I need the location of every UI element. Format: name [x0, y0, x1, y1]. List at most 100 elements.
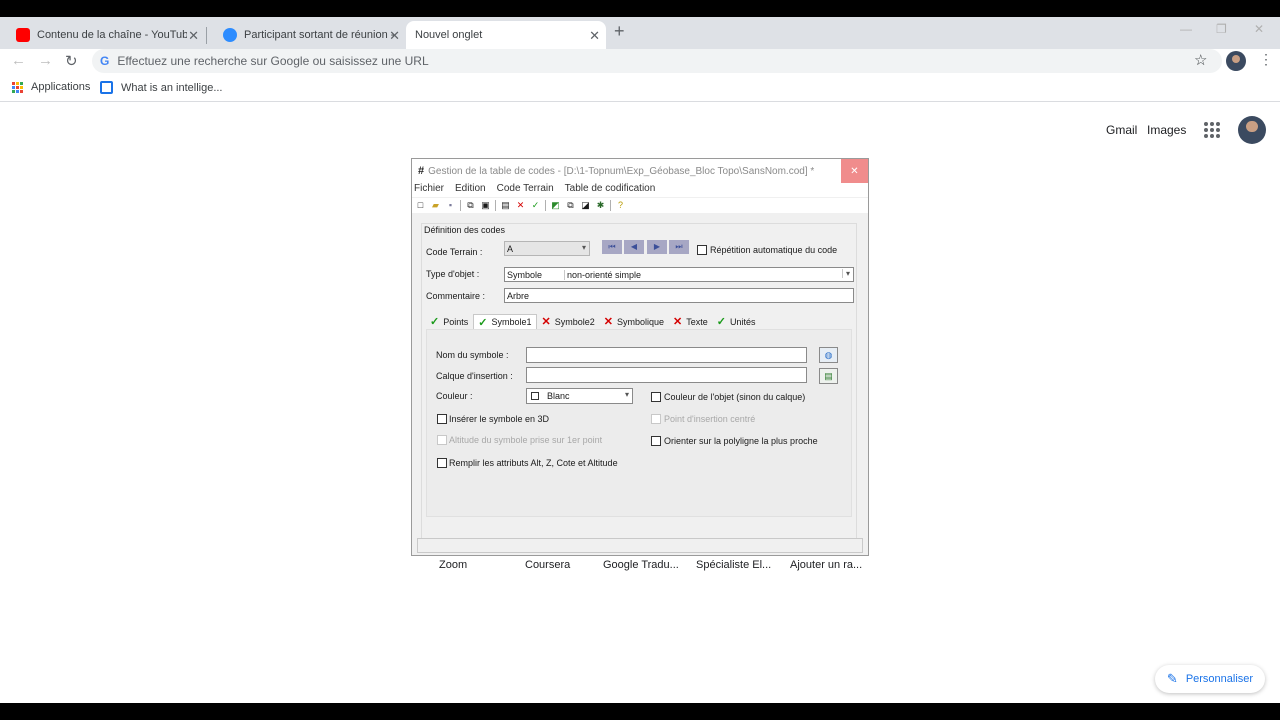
couleur-select[interactable]: Blanc ▾: [526, 388, 633, 404]
type-objet-select[interactable]: Symbole non-orienté simple ▾: [504, 267, 854, 282]
dialog-title: Gestion de la table de codes - [D:\1-Top…: [428, 165, 815, 177]
import-icon[interactable]: ◩: [548, 199, 563, 212]
shortcut-google-traduction[interactable]: Google Tradu...: [603, 559, 679, 571]
inserer-3d-checkbox[interactable]: [437, 414, 447, 424]
altitude-checkbox: [437, 435, 447, 445]
restore-icon[interactable]: ❐: [1216, 22, 1227, 36]
code-terrain-value: A: [507, 243, 514, 254]
dialog-titlebar: # Gestion de la table de codes - [D:\1-T…: [412, 159, 868, 183]
export-icon[interactable]: ◪: [578, 199, 593, 212]
type-objet-value1: Symbole: [507, 269, 565, 280]
minimize-icon[interactable]: —: [1180, 22, 1192, 36]
duplicate-icon[interactable]: ⧉: [563, 199, 578, 212]
remplir-label: Remplir les attributs Alt, Z, Cote et Al…: [449, 458, 618, 468]
tab-strip: Contenu de la chaîne - YouTube ✕ Partici…: [0, 17, 1280, 49]
menu-code-terrain[interactable]: Code Terrain: [497, 183, 554, 197]
tab-symbolique[interactable]: ✕ Symbolique: [600, 314, 669, 329]
bookmark-label: What is an intellige...: [121, 81, 223, 94]
bookmark-applications[interactable]: Applications: [12, 81, 90, 93]
point-insertion-checkbox: [651, 414, 661, 424]
shortcut-specialiste[interactable]: Spécialiste El...: [696, 559, 771, 571]
check-icon: ✓: [716, 316, 726, 328]
reload-icon[interactable]: ↻: [65, 52, 78, 70]
dialog-tabs: ✓ Points ✓ Symbole1 ✕ Symbole2 ✕ Symbolique …: [426, 314, 760, 329]
last-code-button[interactable]: ⏭: [669, 240, 689, 254]
new-tab-button[interactable]: +: [614, 21, 625, 42]
tab-points[interactable]: ✓ Points: [426, 314, 473, 329]
repetition-checkbox[interactable]: [697, 245, 707, 255]
paste-icon[interactable]: ▣: [478, 199, 493, 212]
save-icon[interactable]: ▪: [443, 199, 458, 212]
close-tab-icon[interactable]: ✕: [589, 28, 600, 44]
tab-label: Points: [443, 316, 469, 327]
close-tab-icon[interactable]: ✕: [389, 28, 400, 44]
nom-symbole-input[interactable]: [526, 347, 807, 363]
menu-icon[interactable]: ⋮: [1259, 51, 1273, 68]
settings-icon[interactable]: ✱: [593, 199, 608, 212]
toolbar-separator: [610, 200, 611, 211]
couleur-objet-checkbox[interactable]: [651, 392, 661, 402]
images-link[interactable]: Images: [1147, 123, 1186, 137]
shortcut-zoom[interactable]: Zoom: [439, 559, 467, 571]
previous-code-button[interactable]: ◀: [624, 240, 644, 254]
shortcut-add[interactable]: Ajouter un ra...: [790, 559, 862, 571]
open-folder-icon[interactable]: ▰: [428, 199, 443, 212]
shortcut-coursera[interactable]: Coursera: [525, 559, 570, 571]
calque-insertion-input[interactable]: [526, 367, 807, 383]
tab-title: Contenu de la chaîne - YouTube: [37, 29, 187, 41]
repetition-label: Répétition automatique du code: [710, 245, 838, 255]
add-code-icon[interactable]: ▤: [498, 199, 513, 212]
close-window-icon[interactable]: ✕: [1254, 22, 1264, 36]
address-bar[interactable]: G Effectuez une recherche sur Google ou …: [92, 49, 1222, 73]
tab-symbole1[interactable]: ✓ Symbole1: [473, 314, 538, 329]
commentaire-input[interactable]: Arbre: [504, 288, 854, 303]
forward-icon[interactable]: →: [38, 52, 53, 69]
menu-table-codification[interactable]: Table de codification: [565, 183, 656, 197]
code-terrain-select[interactable]: A ▾: [504, 241, 590, 256]
tab-new-tab[interactable]: Nouvel onglet ✕: [406, 21, 606, 49]
bookmark-what-is-an-intelligent[interactable]: What is an intellige...: [100, 81, 223, 94]
tab-label: Symbolique: [616, 316, 664, 327]
close-tab-icon[interactable]: ✕: [188, 28, 199, 44]
bookmark-star-icon[interactable]: ☆: [1194, 51, 1207, 69]
couleur-objet-label: Couleur de l'objet (sinon du calque): [664, 392, 806, 402]
remplir-checkbox[interactable]: [437, 458, 447, 468]
tab-title: Nouvel onglet: [415, 29, 483, 41]
google-apps-icon[interactable]: [1204, 122, 1220, 138]
delete-icon[interactable]: ✕: [513, 199, 528, 212]
new-file-icon[interactable]: □: [413, 199, 428, 212]
type-objet-value2: non-orienté simple: [567, 269, 642, 280]
profile-avatar[interactable]: [1226, 51, 1246, 71]
layer-picker-button[interactable]: ▤: [819, 368, 838, 384]
point-insertion-label: Point d'insertion centré: [664, 414, 756, 424]
tab-zoom[interactable]: Participant sortant de réunion - Z ✕: [207, 21, 406, 49]
next-code-button[interactable]: ▶: [647, 240, 667, 254]
validate-icon[interactable]: ✓: [528, 199, 543, 212]
personalize-label: Personnaliser: [1185, 673, 1254, 685]
menu-fichier[interactable]: Fichier: [414, 183, 444, 197]
apps-grid-icon: [12, 81, 23, 93]
copy-icon[interactable]: ⧉: [463, 199, 478, 212]
bookmark-page-icon: [100, 81, 113, 94]
first-code-button[interactable]: ⏮: [602, 240, 622, 254]
orienter-label: Orienter sur la polyligne la plus proche: [664, 436, 818, 446]
menu-edition[interactable]: Edition: [455, 183, 486, 197]
tab-texte[interactable]: ✕ Texte: [669, 314, 713, 329]
account-avatar[interactable]: [1238, 116, 1266, 144]
personalize-button[interactable]: ✎ Personnaliser: [1155, 665, 1265, 693]
couleur-label: Couleur :: [436, 391, 473, 401]
tab-symbole2[interactable]: ✕ Symbole2: [537, 314, 599, 329]
browse-symbol-button[interactable]: ◍: [819, 347, 838, 363]
back-icon[interactable]: ←: [11, 52, 26, 69]
orienter-checkbox[interactable]: [651, 436, 661, 446]
pencil-icon: ✎: [1166, 671, 1178, 686]
gmail-link[interactable]: Gmail: [1106, 123, 1137, 137]
help-icon[interactable]: ?: [613, 199, 628, 212]
nom-symbole-label: Nom du symbole :: [436, 350, 509, 360]
tab-label: Symbole2: [554, 316, 595, 327]
tab-unites[interactable]: ✓ Unités: [713, 314, 761, 329]
couleur-value: Blanc: [547, 391, 570, 401]
dialog-close-button[interactable]: ✕: [841, 159, 868, 183]
dialog-toolbar: □ ▰ ▪ ⧉ ▣ ▤ ✕ ✓ ◩ ⧉ ◪ ✱ ?: [412, 198, 868, 213]
tab-youtube[interactable]: Contenu de la chaîne - YouTube ✕: [0, 21, 205, 49]
